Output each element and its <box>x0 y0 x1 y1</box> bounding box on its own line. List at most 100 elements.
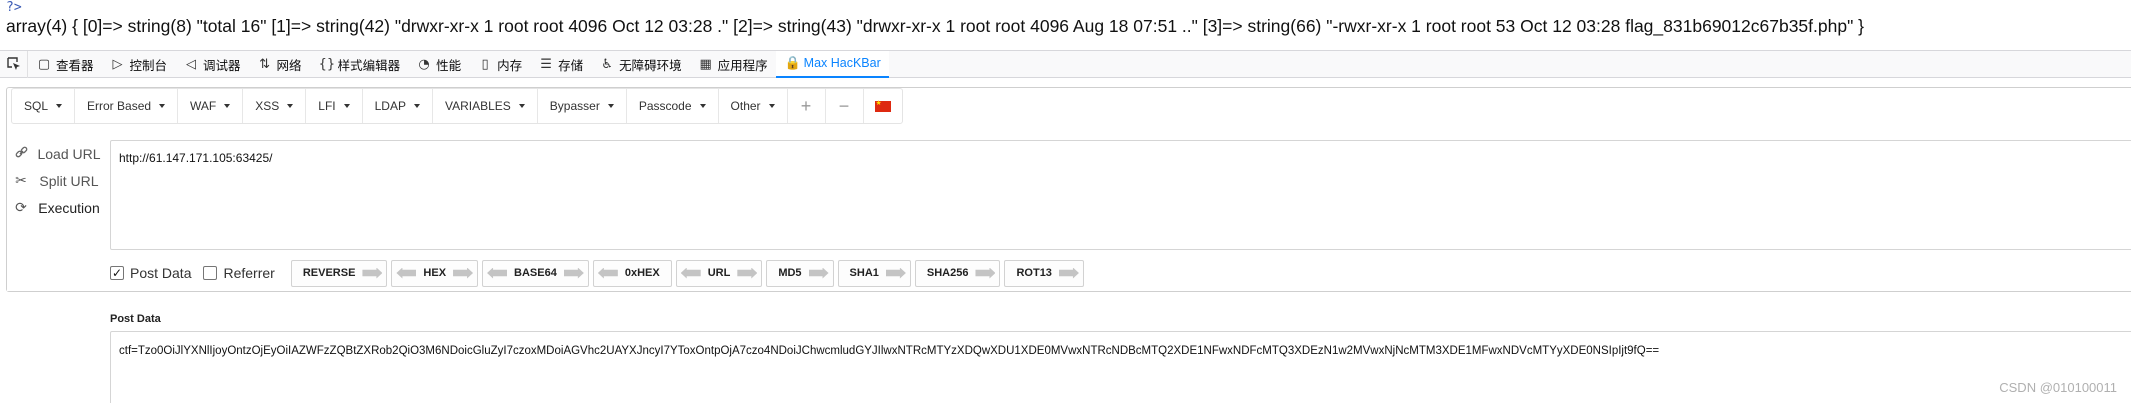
menu-label: Bypasser <box>549 99 600 113</box>
devtools-tab-accessibility[interactable]: ♿ 无障碍环境 <box>591 51 690 78</box>
caret-down-icon <box>607 104 614 108</box>
encode-reverse-button[interactable]: REVERSE <box>290 259 388 287</box>
url-value: http://61.147.171.105:63425/ <box>119 151 273 165</box>
encode-base64-button[interactable]: BASE64 <box>482 259 589 287</box>
encoder-label: URL <box>707 267 731 279</box>
memory-icon: ▯ <box>481 56 489 72</box>
devtools-tab-label: 查看器 <box>56 58 94 73</box>
menu-label: Passcode <box>638 99 692 113</box>
execution-button[interactable]: ⟳ Execution <box>7 191 103 225</box>
encode-rot13-button[interactable]: ROT13 <box>1004 259 1084 287</box>
menu-label: VARIABLES <box>444 99 511 113</box>
devtools-tab-console[interactable]: ▷ 控制台 <box>102 51 176 78</box>
plus-icon[interactable]: + <box>788 89 826 123</box>
devtools-tab-label: 网络 <box>276 58 302 73</box>
menu-label: SQL <box>24 99 49 113</box>
arrow-left-icon[interactable] <box>597 267 618 279</box>
style-editor-icon: {} <box>318 56 336 72</box>
menu-passcode[interactable]: Passcode <box>627 89 719 123</box>
arrow-right-icon[interactable] <box>453 267 474 279</box>
devtools-tab-storage[interactable]: ☰ 存储 <box>530 51 591 78</box>
devtools-tab-lock[interactable]: 🔒 Max HacKBar <box>775 50 889 78</box>
arrow-left-icon[interactable] <box>680 267 701 279</box>
encoder-label: SHA1 <box>849 267 879 279</box>
post-data-option-label: Post Data <box>130 265 192 281</box>
url-textarea[interactable] <box>110 140 2131 250</box>
menu-xss[interactable]: XSS <box>243 89 307 123</box>
encode-md5-button[interactable]: MD5 <box>766 259 834 287</box>
devtools-tab-network[interactable]: ⇅ 网络 <box>249 51 310 78</box>
devtools-tab-memory[interactable]: ▯ 内存 <box>469 51 530 78</box>
referrer-checkbox[interactable] <box>203 266 218 280</box>
link-icon <box>7 146 35 163</box>
arrow-right-icon[interactable] <box>563 267 584 279</box>
element-picker-icon[interactable] <box>0 50 28 78</box>
encoder-label: ROT13 <box>1016 267 1052 279</box>
devtools-toolbar: ▢ 查看器 ▷ 控制台 ◁ 调试器 ⇅ 网络 {} 样式编辑器 ◔ 性能 ▯ 内存 ☰ 存储 ♿ 无障碍环境 ▦ 应用… <box>0 50 2131 78</box>
encode-0xhex-button[interactable]: 0xHEX <box>592 259 672 287</box>
devtools-tab-inspector[interactable]: ▢ 查看器 <box>28 51 102 78</box>
menu-label: LFI <box>318 99 336 113</box>
arrow-right-icon[interactable] <box>975 267 996 279</box>
encoder-label: BASE64 <box>514 267 557 279</box>
menu-label: XSS <box>255 99 280 113</box>
devtools-tab-application[interactable]: ▦ 应用程序 <box>690 51 776 78</box>
menu-sql[interactable]: SQL <box>12 89 76 123</box>
devtools-tab-performance[interactable]: ◔ 性能 <box>408 51 469 78</box>
post-data-textarea[interactable] <box>110 331 2131 403</box>
hackbar-actions: Load URL ✂ Split URL ⟳ Execution <box>7 137 103 291</box>
scissors-icon: ✂ <box>15 173 27 189</box>
devtools-tab-label: 性能 <box>436 58 462 73</box>
caret-down-icon <box>56 104 63 108</box>
devtools-tab-label: 控制台 <box>129 58 168 73</box>
china-flag-icon[interactable] <box>864 89 902 123</box>
menu-other[interactable]: Other <box>719 89 788 123</box>
menu-error-based[interactable]: Error Based <box>75 89 179 123</box>
arrow-left-icon[interactable] <box>487 267 508 279</box>
menu-label: Other <box>730 99 761 113</box>
options-row: ✓ Post Data Referrer REVERSE HEX BASE64 0xH… <box>110 258 1088 288</box>
devtools-tab-label: 存储 <box>558 58 584 73</box>
caret-down-icon <box>413 104 420 108</box>
menu-label: WAF <box>190 99 217 113</box>
arrow-right-icon[interactable] <box>885 267 906 279</box>
debugger-icon: ◁ <box>186 56 197 72</box>
arrow-right-icon[interactable] <box>808 267 829 279</box>
devtools-tab-label: Max HacKBar <box>803 56 881 70</box>
devtools-tab-debugger[interactable]: ◁ 调试器 <box>175 51 249 78</box>
post-data-value: ctf=Tzo0OiJlYXNlIjoyOntzOjEyOiIAZWFzZQBt… <box>119 345 1660 357</box>
caret-down-icon <box>699 104 706 108</box>
encode-url-button[interactable]: URL <box>675 259 763 287</box>
encode-hex-button[interactable]: HEX <box>391 259 479 287</box>
accessibility-icon: ♿ <box>601 56 613 72</box>
arrow-right-icon[interactable] <box>737 267 758 279</box>
command-output: array(4) { [0]=> string(8) "total 16" [1… <box>6 16 1864 36</box>
caret-down-icon <box>768 104 775 108</box>
watermark: CSDN @010100011 <box>1999 380 2117 395</box>
menu-waf[interactable]: WAF <box>178 89 244 123</box>
post-data-checkbox[interactable]: ✓ <box>110 266 124 280</box>
devtools-tab-style-editor[interactable]: {} 样式编辑器 <box>310 51 409 78</box>
execution-label: Execution <box>38 200 100 216</box>
caret-down-icon <box>518 104 525 108</box>
menu-lfi[interactable]: LFI <box>306 89 363 123</box>
encoder-label: MD5 <box>778 267 802 279</box>
arrow-right-icon[interactable] <box>362 267 383 279</box>
menu-variables[interactable]: VARIABLES <box>433 89 538 123</box>
arrow-right-icon[interactable] <box>1058 267 1079 279</box>
arrow-left-icon[interactable] <box>396 267 417 279</box>
menu-label: LDAP <box>374 99 406 113</box>
load-url-label: Load URL <box>37 146 101 162</box>
encode-sha256-button[interactable]: SHA256 <box>914 259 1001 287</box>
devtools-tab-label: 调试器 <box>203 58 241 73</box>
menu-ldap[interactable]: LDAP <box>363 89 433 123</box>
network-icon: ⇅ <box>259 56 270 72</box>
inspector-icon: ▢ <box>37 56 51 72</box>
minus-icon[interactable]: − <box>826 89 864 123</box>
devtools-tab-label: 样式编辑器 <box>337 58 401 73</box>
encode-sha1-button[interactable]: SHA1 <box>837 259 911 287</box>
hackbar-menu: SQL Error Based WAF XSS LFI LDAP VARIABLES Bypa… <box>6 88 2131 124</box>
console-icon: ▷ <box>112 56 123 72</box>
menu-bypasser[interactable]: Bypasser <box>538 89 627 123</box>
devtools-tab-label: 无障碍环境 <box>619 58 682 73</box>
